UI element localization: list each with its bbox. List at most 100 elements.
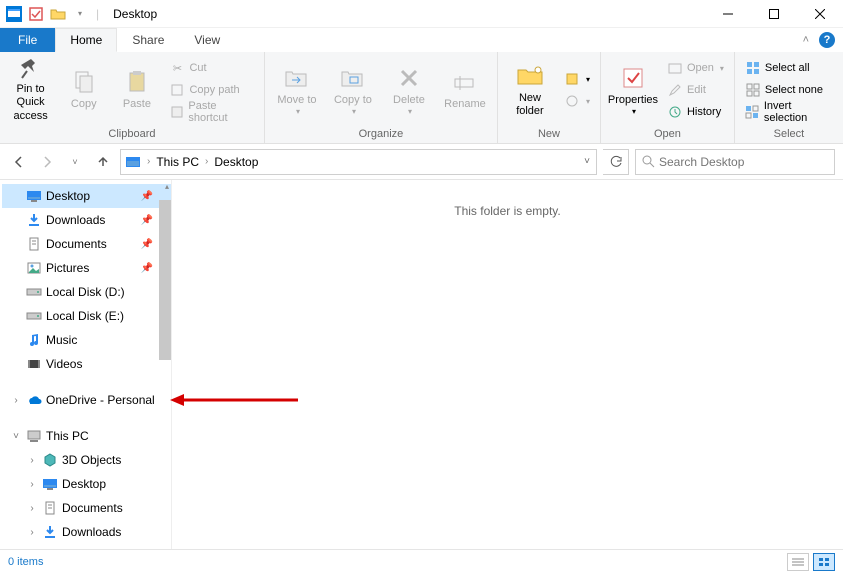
videos-icon: [26, 356, 42, 372]
sidebar-item-music[interactable]: Music: [2, 328, 171, 352]
sidebar-scrollbar[interactable]: ▴: [157, 180, 171, 549]
easy-access-icon: [564, 93, 580, 109]
select-all-icon: [745, 60, 761, 76]
properties-button[interactable]: Properties▾: [607, 57, 659, 123]
sidebar-item-pc-documents[interactable]: ›Documents: [2, 496, 171, 520]
back-button[interactable]: [8, 151, 30, 173]
tree-item-label: Downloads: [46, 213, 105, 227]
minimize-button[interactable]: [705, 0, 751, 28]
pin-indicator-icon: 📌: [141, 263, 153, 274]
tree-item-label: Music: [46, 333, 77, 347]
tree-item-label: Documents: [46, 237, 107, 251]
invert-selection-button[interactable]: Invert selection: [741, 102, 837, 122]
sidebar-item-pc-downloads[interactable]: › Downloads: [2, 520, 171, 544]
qat-dropdown-icon[interactable]: ▾: [70, 4, 90, 24]
chevron-right-icon[interactable]: ›: [26, 503, 38, 514]
close-button[interactable]: [797, 0, 843, 28]
copy-button[interactable]: Copy: [59, 57, 108, 123]
recent-locations-button[interactable]: ˅: [64, 151, 86, 173]
sidebar-item-pc-desktop[interactable]: ›Desktop: [2, 472, 171, 496]
status-bar: 0 items: [0, 549, 843, 573]
pin-to-quick-access-button[interactable]: Pin to Quick access: [6, 57, 55, 123]
select-none-button[interactable]: Select none: [741, 80, 837, 100]
app-icon: [4, 4, 24, 24]
group-new: New folder ▾ ▾ New: [498, 52, 601, 143]
tab-file[interactable]: File: [0, 28, 55, 52]
copy-path-button[interactable]: Copy path: [165, 80, 258, 100]
move-to-icon: [283, 64, 311, 92]
sidebar-item-desktop[interactable]: Desktop 📌: [2, 184, 171, 208]
sidebar-item-pc-3d-objects[interactable]: ›3D Objects: [2, 448, 171, 472]
chevron-right-icon[interactable]: ›: [203, 156, 210, 167]
history-icon: [667, 104, 683, 120]
chevron-right-icon[interactable]: ›: [145, 156, 152, 167]
file-list[interactable]: This folder is empty.: [172, 180, 843, 549]
new-folder-button[interactable]: New folder: [504, 57, 556, 123]
delete-button[interactable]: Delete▾: [383, 57, 435, 123]
sidebar-item-pictures[interactable]: Pictures📌: [2, 256, 171, 280]
empty-message: This folder is empty.: [454, 204, 560, 218]
select-all-button[interactable]: Select all: [741, 58, 837, 78]
qat-folder-icon[interactable]: [48, 4, 68, 24]
annotation-arrow: [170, 390, 300, 410]
open-button[interactable]: Open▾: [663, 58, 728, 78]
chevron-right-icon[interactable]: ›: [26, 455, 38, 466]
sidebar-item-onedrive[interactable]: ›OneDrive - Personal: [2, 388, 171, 412]
qat-properties-icon[interactable]: [26, 4, 46, 24]
select-none-icon: [745, 82, 761, 98]
breadcrumb-thispc[interactable]: This PC: [156, 155, 199, 169]
tree-item-label: Downloads: [62, 525, 121, 539]
tree-item-label: Desktop: [46, 189, 90, 203]
up-button[interactable]: [92, 151, 114, 173]
tree-item-label: Local Disk (E:): [46, 309, 124, 323]
help-icon[interactable]: ?: [819, 32, 835, 48]
copy-path-icon: [169, 82, 185, 98]
new-item-button[interactable]: ▾: [560, 69, 594, 89]
scroll-up-icon[interactable]: ▴: [165, 182, 169, 191]
icons-view-button[interactable]: [813, 553, 835, 571]
search-input[interactable]: [659, 155, 828, 169]
ribbon-collapse-icon[interactable]: ˄: [803, 34, 809, 46]
drive-icon: [26, 284, 42, 300]
search-box[interactable]: [635, 149, 835, 175]
forward-button[interactable]: [36, 151, 58, 173]
paste-button[interactable]: Paste: [112, 57, 161, 123]
rename-button[interactable]: Rename: [439, 57, 491, 123]
chevron-right-icon[interactable]: ›: [10, 395, 22, 406]
tab-home[interactable]: Home: [55, 28, 117, 52]
pin-indicator-icon: 📌: [141, 191, 153, 202]
properties-icon: [619, 64, 647, 92]
maximize-button[interactable]: [751, 0, 797, 28]
refresh-button[interactable]: [603, 149, 629, 175]
sidebar-item-downloads[interactable]: Downloads📌: [2, 208, 171, 232]
address-bar[interactable]: › This PC › Desktop ˅: [120, 149, 597, 175]
tab-view[interactable]: View: [179, 28, 235, 52]
chevron-right-icon[interactable]: ›: [26, 527, 38, 538]
content-area: Desktop📌Downloads📌Documents📌Pictures📌Loc…: [0, 180, 843, 549]
navigation-pane[interactable]: Desktop📌Downloads📌Documents📌Pictures📌Loc…: [0, 180, 172, 549]
sidebar-item-videos[interactable]: Videos: [2, 352, 171, 376]
sidebar-item-this-pc[interactable]: ˅ This PC: [2, 424, 171, 448]
paste-shortcut-button[interactable]: Paste shortcut: [165, 102, 258, 122]
tree-item-label: This PC: [46, 429, 89, 443]
sidebar-item-local-disk-d-[interactable]: Local Disk (D:): [2, 280, 171, 304]
breadcrumb-desktop[interactable]: Desktop: [214, 155, 258, 169]
sidebar-item-local-disk-e-[interactable]: Local Disk (E:): [2, 304, 171, 328]
rename-icon: [451, 68, 479, 96]
scroll-thumb[interactable]: [159, 200, 171, 360]
tab-share[interactable]: Share: [117, 28, 179, 52]
group-organize: Move to▾ Copy to▾ Delete▾ Rename Organiz…: [265, 52, 498, 143]
chevron-down-icon[interactable]: ˅: [10, 431, 22, 442]
tree-item-label: Local Disk (D:): [46, 285, 125, 299]
history-button[interactable]: History: [663, 102, 728, 122]
edit-button[interactable]: Edit: [663, 80, 728, 100]
sidebar-item-documents[interactable]: Documents📌: [2, 232, 171, 256]
cut-button[interactable]: ✂Cut: [165, 58, 258, 78]
copy-to-button[interactable]: Copy to▾: [327, 57, 379, 123]
edit-icon: [667, 82, 683, 98]
move-to-button[interactable]: Move to▾: [271, 57, 323, 123]
details-view-button[interactable]: [787, 553, 809, 571]
easy-access-button[interactable]: ▾: [560, 91, 594, 111]
address-dropdown-icon[interactable]: ˅: [584, 156, 590, 167]
chevron-right-icon[interactable]: ›: [26, 479, 38, 490]
